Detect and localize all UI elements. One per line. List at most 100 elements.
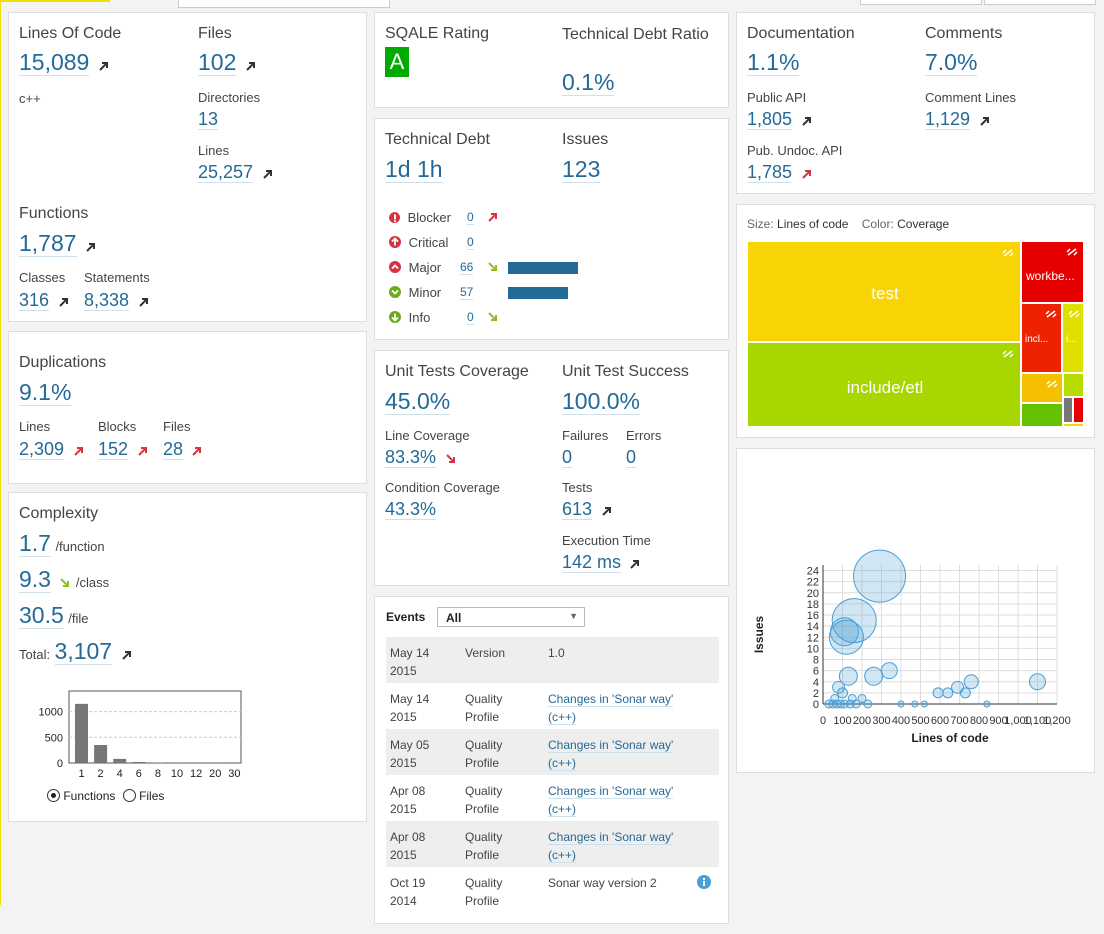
sqale-rating-badge[interactable]: A [385,47,409,77]
complexity-per-file[interactable]: 30.5 [19,602,64,629]
event-date: May 14 [390,646,430,660]
issues-value[interactable]: 123 [562,156,601,183]
treemap-cell-small-2[interactable] [1021,403,1063,427]
treemap-cell-test[interactable]: test [747,241,1021,342]
success-label: Unit Test Success [562,363,689,380]
trend-down-good-icon [488,312,497,321]
blocker-count[interactable]: 0 [467,210,474,225]
event-link[interactable]: Changes in 'Sonar way' [548,692,674,707]
event-link[interactable]: Changes in 'Sonar way' [548,784,674,799]
treemap-legend: Size: Lines of code Color: Coverage [747,217,949,231]
link-icon[interactable] [1068,309,1080,319]
classes-value[interactable]: 316 [19,290,50,311]
link-icon[interactable] [1002,248,1014,258]
treemap-cell-include-etl[interactable]: include/etl [747,342,1021,427]
event-link-lang[interactable]: (c++) [548,802,577,817]
x-tick-label: 1 [78,768,84,780]
trend-down-good-icon [488,262,497,271]
execution-time-value[interactable]: 142 ms [562,552,622,573]
statements-value[interactable]: 8,338 [84,290,130,311]
info-count[interactable]: 0 [467,310,474,325]
line-coverage-value[interactable]: 83.3% [385,447,437,468]
comment-lines-value[interactable]: 1,129 [925,109,971,130]
x-tick-label: 600 [931,715,949,727]
issues-widget: Technical Debt 1d 1h Issues 123 Blocker … [374,118,729,340]
x-tick-label: 100 [833,715,851,727]
treemap-cell-small-6[interactable] [1063,423,1084,427]
radio-files-label[interactable]: Files [139,789,164,803]
condition-coverage-value[interactable]: 43.3% [385,499,437,520]
treemap-cell-other[interactable]: i... [1062,303,1084,373]
failures-label: Failures [562,428,609,443]
top-button-1[interactable] [860,0,982,5]
event-date: May 05 [390,738,430,752]
y-tick-label: 18 [807,599,819,611]
event-link[interactable]: Changes in 'Sonar way' [548,830,674,845]
tests-value[interactable]: 613 [562,499,593,520]
info-circle-icon[interactable] [697,875,711,889]
table-row: May 05 2015 Quality Profile Changes in 'So… [386,729,719,775]
radio-functions[interactable] [47,789,60,802]
link-icon[interactable] [1002,349,1014,359]
bubble [897,700,905,708]
link-icon[interactable] [1066,247,1078,257]
radio-files[interactable] [122,789,136,802]
functions-value[interactable]: 1,787 [19,230,77,257]
files-value[interactable]: 102 [198,49,237,76]
y-tick-label: 10 [807,643,819,655]
directories-value[interactable]: 13 [198,109,219,130]
dup-files-value[interactable]: 28 [163,439,184,460]
success-value[interactable]: 100.0% [562,388,641,415]
treemap-cell-include[interactable]: incl... [1021,303,1062,373]
treemap-cell-small-5[interactable] [1073,397,1084,423]
debt-ratio-value[interactable]: 0.1% [562,69,615,96]
treemap-cell-small-1[interactable] [1021,373,1063,403]
complexity-per-function[interactable]: 1.7 [19,530,51,557]
y-tick-label: 20 [807,588,819,600]
event-link[interactable]: Changes in 'Sonar way' [548,738,674,753]
events-filter-select[interactable]: All ▼ [437,607,585,627]
treemap: test include/etl workbe... incl... i... [747,241,1084,427]
complexity-total[interactable]: 3,107 [54,638,113,665]
failures-value[interactable]: 0 [562,447,573,468]
top-search-input[interactable] [178,0,390,8]
bubble [837,687,848,699]
event-link-lang[interactable]: (c++) [548,756,577,771]
treemap-cell-workbench[interactable]: workbe... [1021,241,1084,303]
event-date: Apr 08 [390,784,426,798]
files-label: Files [198,25,232,42]
documentation-value[interactable]: 1.1% [747,49,800,76]
technical-debt-value[interactable]: 1d 1h [385,156,443,183]
loc-value[interactable]: 15,089 [19,49,90,76]
top-button-2[interactable] [984,0,1096,5]
coverage-value[interactable]: 45.0% [385,388,451,415]
public-api-value[interactable]: 1,805 [747,109,793,130]
minor-count[interactable]: 57 [460,285,474,300]
errors-value[interactable]: 0 [626,447,637,468]
link-icon[interactable] [1046,379,1058,389]
radio-functions-label[interactable]: Functions [63,789,115,803]
major-count[interactable]: 66 [460,260,474,275]
event-link-lang[interactable]: (c++) [548,848,577,863]
dup-lines-value[interactable]: 2,309 [19,439,65,460]
complexity-per-class[interactable]: 9.3 [19,566,51,593]
event-link-lang[interactable]: (c++) [548,710,577,725]
distribution-radio-group: Functions Files [47,789,164,803]
duplications-value[interactable]: 9.1% [19,379,72,406]
dup-blocks-value[interactable]: 152 [98,439,129,460]
dup-files-label: Files [163,419,191,434]
severity-row-major: Major [389,260,441,275]
trend-up-icon [121,650,131,660]
treemap-cell-label: i... [1066,334,1077,345]
comments-value[interactable]: 7.0% [925,49,978,76]
trend-up-icon [601,506,611,516]
link-icon[interactable] [1045,309,1057,319]
undoc-api-value[interactable]: 1,785 [747,162,793,183]
color-metric: Coverage [897,217,950,231]
critical-count[interactable]: 0 [467,235,474,250]
trend-up-icon [86,242,96,252]
treemap-cell-small-4[interactable] [1063,397,1073,423]
lines-value[interactable]: 25,257 [198,162,254,183]
major-bar [508,262,578,274]
treemap-cell-small-3[interactable] [1063,373,1084,397]
